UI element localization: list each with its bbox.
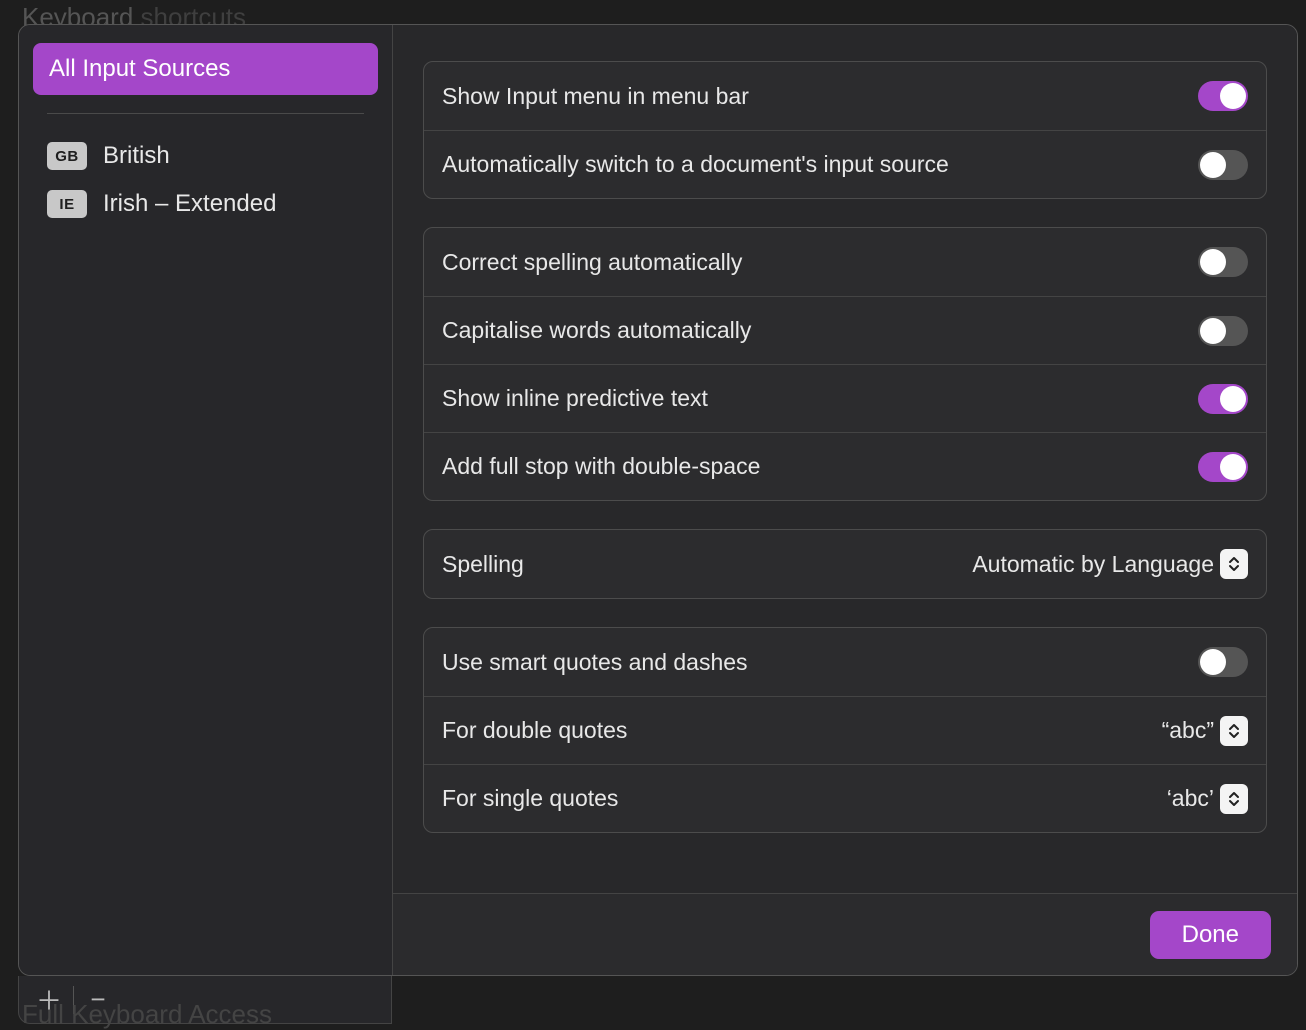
row-single-quotes: For single quotes ‘abc’	[424, 764, 1266, 832]
row-label: Show Input menu in menu bar	[442, 83, 749, 110]
spelling-popup[interactable]: Automatic by Language	[972, 549, 1248, 579]
toggle-show-input-menu[interactable]	[1198, 81, 1248, 111]
sheet-footer: Done	[393, 893, 1297, 975]
row-spelling: Spelling Automatic by Language	[424, 530, 1266, 598]
chevron-up-down-icon	[1220, 716, 1248, 746]
row-label: Spelling	[442, 551, 524, 578]
chevron-up-down-icon	[1220, 549, 1248, 579]
toggle-auto-switch-input-source[interactable]	[1198, 150, 1248, 180]
double-quotes-popup[interactable]: “abc”	[1162, 716, 1248, 746]
sidebar-divider	[47, 113, 364, 114]
row-label: Automatically switch to a document's inp…	[442, 151, 949, 178]
row-predictive-text: Show inline predictive text	[424, 364, 1266, 432]
toggle-full-stop-double-space[interactable]	[1198, 452, 1248, 482]
input-source-label: British	[103, 142, 170, 170]
settings-group-spelling: Spelling Automatic by Language	[423, 529, 1267, 599]
input-source-label: Irish – Extended	[103, 190, 276, 218]
input-sources-sidebar: All Input Sources GB British IE Irish – …	[19, 25, 393, 975]
row-label: Correct spelling automatically	[442, 249, 742, 276]
toggle-capitalise-words[interactable]	[1198, 316, 1248, 346]
settings-content: Show Input menu in menu bar Automaticall…	[393, 25, 1297, 893]
settings-group-quotes: Use smart quotes and dashes For double q…	[423, 627, 1267, 833]
settings-group-input-menu: Show Input menu in menu bar Automaticall…	[423, 61, 1267, 199]
input-source-british[interactable]: GB British	[33, 132, 378, 180]
sidebar-header-all-input-sources[interactable]: All Input Sources	[33, 43, 378, 95]
toggle-predictive-text[interactable]	[1198, 384, 1248, 414]
spelling-value: Automatic by Language	[972, 551, 1214, 578]
background-footer-text: Full Keyboard Access	[22, 999, 272, 1030]
settings-sheet: All Input Sources GB British IE Irish – …	[18, 24, 1298, 976]
row-double-quotes: For double quotes “abc”	[424, 696, 1266, 764]
row-smart-quotes: Use smart quotes and dashes	[424, 628, 1266, 696]
double-quotes-value: “abc”	[1162, 717, 1214, 744]
done-button[interactable]: Done	[1150, 911, 1271, 959]
row-label: For double quotes	[442, 717, 627, 744]
flag-badge-gb: GB	[47, 142, 87, 170]
row-show-input-menu: Show Input menu in menu bar	[424, 62, 1266, 130]
single-quotes-popup[interactable]: ‘abc’	[1167, 784, 1248, 814]
toggle-smart-quotes[interactable]	[1198, 647, 1248, 677]
flag-badge-ie: IE	[47, 190, 87, 218]
settings-group-text: Correct spelling automatically Capitalis…	[423, 227, 1267, 501]
row-label: Capitalise words automatically	[442, 317, 751, 344]
row-auto-switch-input-source: Automatically switch to a document's inp…	[424, 130, 1266, 198]
row-label: For single quotes	[442, 785, 618, 812]
row-label: Use smart quotes and dashes	[442, 649, 748, 676]
row-capitalise-words: Capitalise words automatically	[424, 296, 1266, 364]
single-quotes-value: ‘abc’	[1167, 785, 1214, 812]
toggle-correct-spelling[interactable]	[1198, 247, 1248, 277]
row-label: Add full stop with double-space	[442, 453, 760, 480]
input-source-irish-extended[interactable]: IE Irish – Extended	[33, 180, 378, 228]
row-full-stop-double-space: Add full stop with double-space	[424, 432, 1266, 500]
chevron-up-down-icon	[1220, 784, 1248, 814]
row-label: Show inline predictive text	[442, 385, 708, 412]
settings-main: Show Input menu in menu bar Automaticall…	[393, 25, 1297, 975]
row-correct-spelling: Correct spelling automatically	[424, 228, 1266, 296]
